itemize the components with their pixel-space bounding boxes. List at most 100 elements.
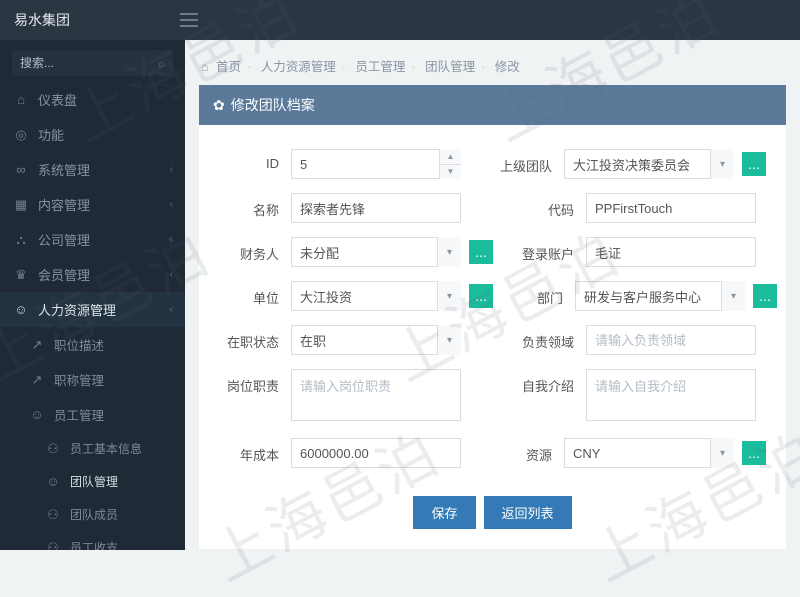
spinner-buttons[interactable]: ▲▼ (439, 149, 461, 179)
label-unit: 单位 (219, 281, 279, 307)
label-domain: 负责领域 (510, 325, 574, 351)
sidebar: ⌕ ⌂ 仪表盘 ◎ 功能 ∞ 系统管理 ‹ ▦内容管理‹ ⛬ 公司管理 ‹ ♛ 会员管理 ‹ ☺… (0, 40, 185, 550)
search-icon[interactable]: ⌕ (158, 56, 165, 72)
label-id: ID (219, 149, 279, 171)
label-finance: 财务人 (219, 237, 279, 263)
more-currency-button[interactable]: ... (742, 441, 766, 465)
main-content: ⌂ 首页· 人力资源管理· 员工管理· 团队管理· 修改 ✿ 修改团队档案 ID… (185, 40, 800, 550)
more-parent-button[interactable]: ... (742, 152, 766, 176)
chevron-left-icon: ‹ (170, 234, 173, 245)
input-cost[interactable] (291, 438, 461, 468)
textarea-intro[interactable] (586, 369, 756, 421)
select-status[interactable] (291, 325, 461, 355)
nav-content[interactable]: ▦内容管理‹ (0, 187, 185, 222)
label-dept: 部门 (499, 281, 563, 307)
breadcrumb-sep: · (342, 60, 346, 74)
nav-label: 团队管理 (70, 473, 118, 490)
nav-dashboard[interactable]: ⌂ 仪表盘 (0, 82, 185, 117)
input-id[interactable] (291, 149, 461, 179)
sidebar-nav: ⌂ 仪表盘 ◎ 功能 ∞ 系统管理 ‹ ▦内容管理‹ ⛬ 公司管理 ‹ ♛ 会员管理 ‹ ☺ 人力… (0, 82, 185, 550)
arrow-icon: ↗ (28, 337, 46, 353)
breadcrumb: ⌂ 首页· 人力资源管理· 员工管理· 团队管理· 修改 (199, 52, 786, 85)
label-name: 名称 (219, 193, 279, 219)
arrow-icon: ↗ (28, 372, 46, 388)
nav-sub2-payments[interactable]: ⚇ 员工收支 (0, 531, 185, 550)
label-cost: 年成本 (219, 438, 279, 464)
nav-label: 系统管理 (38, 160, 90, 179)
person-icon: ⚇ (44, 441, 62, 457)
breadcrumb-item[interactable]: 团队管理 (425, 60, 475, 74)
label-status: 在职状态 (219, 325, 279, 351)
nav-sub2-basic[interactable]: ⚇ 员工基本信息 (0, 432, 185, 465)
crown-icon: ♛ (12, 267, 30, 283)
nav-label: 仪表盘 (38, 90, 77, 109)
nav-sub2-team[interactable]: ☺团队管理 (0, 465, 185, 498)
menu-toggle-icon[interactable] (180, 13, 198, 27)
chevron-left-icon: ‹ (170, 304, 173, 315)
nav-features[interactable]: ◎ 功能 (0, 117, 185, 152)
breadcrumb-item[interactable]: 人力资源管理 (261, 60, 336, 74)
chevron-left-icon: ‹ (170, 269, 173, 280)
label-currency: 资源 (488, 438, 552, 464)
person-icon: ⚇ (44, 540, 62, 551)
more-unit-button[interactable]: ... (469, 284, 493, 308)
gear-icon: ✿ (213, 97, 225, 114)
nav-label: 员工收支 (70, 539, 118, 550)
nav-sub-title[interactable]: ↗职称管理 (0, 362, 185, 397)
select-parent[interactable] (564, 149, 734, 179)
textarea-duty[interactable] (291, 369, 461, 421)
select-dept[interactable] (575, 281, 745, 311)
select-currency[interactable] (564, 438, 734, 468)
home-icon: ⌂ (12, 92, 30, 107)
building-icon: ⛬ (12, 232, 30, 248)
label-intro: 自我介绍 (510, 369, 574, 395)
input-domain[interactable] (586, 325, 756, 355)
panel-title: 修改团队档案 (231, 95, 315, 115)
breadcrumb-sep: · (481, 60, 485, 74)
input-name[interactable] (291, 193, 461, 223)
breadcrumb-item[interactable]: 员工管理 (355, 60, 405, 74)
breadcrumb-sep: · (247, 60, 251, 74)
globe-icon: ◎ (12, 127, 30, 143)
link-icon: ∞ (12, 162, 30, 177)
label-duty: 岗位职责 (219, 369, 279, 395)
nav-label: 员工基本信息 (70, 440, 142, 457)
nav-label: 团队成员 (70, 506, 118, 523)
select-finance[interactable] (291, 237, 461, 267)
panel-body: ID ▲▼ 上级团队 ▾ ... 名称 代码 (199, 125, 786, 549)
chevron-down-icon: ▼ (440, 165, 461, 180)
brand-title: 易水集团 (14, 10, 70, 30)
nav-company[interactable]: ⛬ 公司管理 ‹ (0, 222, 185, 257)
nav-sub2-members[interactable]: ⚇ 团队成员 (0, 498, 185, 531)
nav-label: 功能 (38, 125, 64, 144)
input-code[interactable] (586, 193, 756, 223)
sidebar-search-input[interactable] (12, 50, 173, 76)
nav-label: 公司管理 (38, 230, 90, 249)
more-dept-button[interactable]: ... (753, 284, 777, 308)
save-button[interactable]: 保存 (413, 496, 475, 529)
person-icon: ⚇ (44, 507, 62, 523)
nav-member[interactable]: ♛ 会员管理 ‹ (0, 257, 185, 292)
more-finance-button[interactable]: ... (469, 240, 493, 264)
breadcrumb-sep: · (411, 60, 415, 74)
nav-hr[interactable]: ☺ 人力资源管理 ‹ (0, 292, 185, 327)
input-account[interactable] (586, 237, 756, 267)
nav-label: 内容管理 (38, 195, 90, 214)
nav-label: 人力资源管理 (38, 300, 116, 319)
nav-sub-employee[interactable]: ☺员工管理 (0, 397, 185, 432)
home-icon: ⌂ (201, 60, 209, 74)
breadcrumb-item[interactable]: 首页 (216, 60, 241, 74)
panel-header: ✿ 修改团队档案 (199, 85, 786, 125)
select-unit[interactable] (291, 281, 461, 311)
nav-system[interactable]: ∞ 系统管理 ‹ (0, 152, 185, 187)
label-account: 登录账户 (510, 237, 574, 263)
nav-label: 员工管理 (54, 405, 104, 424)
back-button[interactable]: 返回列表 (484, 496, 572, 529)
nav-label: 职位描述 (54, 335, 104, 354)
top-bar: 易水集团 (0, 0, 800, 40)
nav-label: 会员管理 (38, 265, 90, 284)
users-icon: ☺ (12, 302, 30, 317)
chevron-up-icon: ▲ (440, 149, 461, 165)
nav-sub-jobdesc[interactable]: ↗ 职位描述 (0, 327, 185, 362)
chevron-left-icon: ‹ (170, 164, 173, 175)
